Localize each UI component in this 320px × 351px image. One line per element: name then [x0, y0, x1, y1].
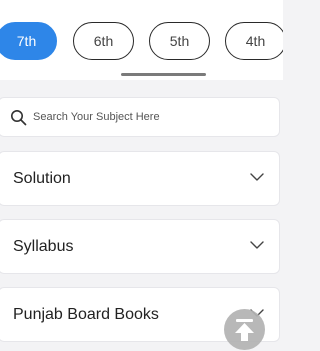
search-input[interactable] [33, 98, 273, 136]
section-label: Syllabus [13, 238, 74, 255]
section-label: Solution [13, 170, 71, 187]
class-tabs: 7th 6th 5th 4th [0, 22, 283, 62]
class-tab-7th[interactable]: 7th [0, 22, 57, 60]
section-solution[interactable]: Solution [0, 151, 280, 206]
section-syllabus[interactable]: Syllabus [0, 219, 280, 274]
scroll-to-top-button[interactable] [224, 309, 265, 350]
search-box[interactable] [0, 97, 280, 137]
search-icon [11, 110, 27, 126]
chevron-down-icon[interactable] [250, 172, 264, 182]
arrow-up-to-top-icon [235, 319, 254, 341]
class-selector-bar: 7th 6th 5th 4th [0, 0, 283, 80]
class-tab-6th[interactable]: 6th [73, 22, 134, 60]
class-tab-4th[interactable]: 4th [225, 22, 283, 60]
section-label: Punjab Board Books [13, 306, 159, 323]
chevron-down-icon[interactable] [250, 240, 264, 250]
class-tab-5th[interactable]: 5th [149, 22, 210, 60]
horizontal-scroll-indicator[interactable] [121, 73, 206, 76]
